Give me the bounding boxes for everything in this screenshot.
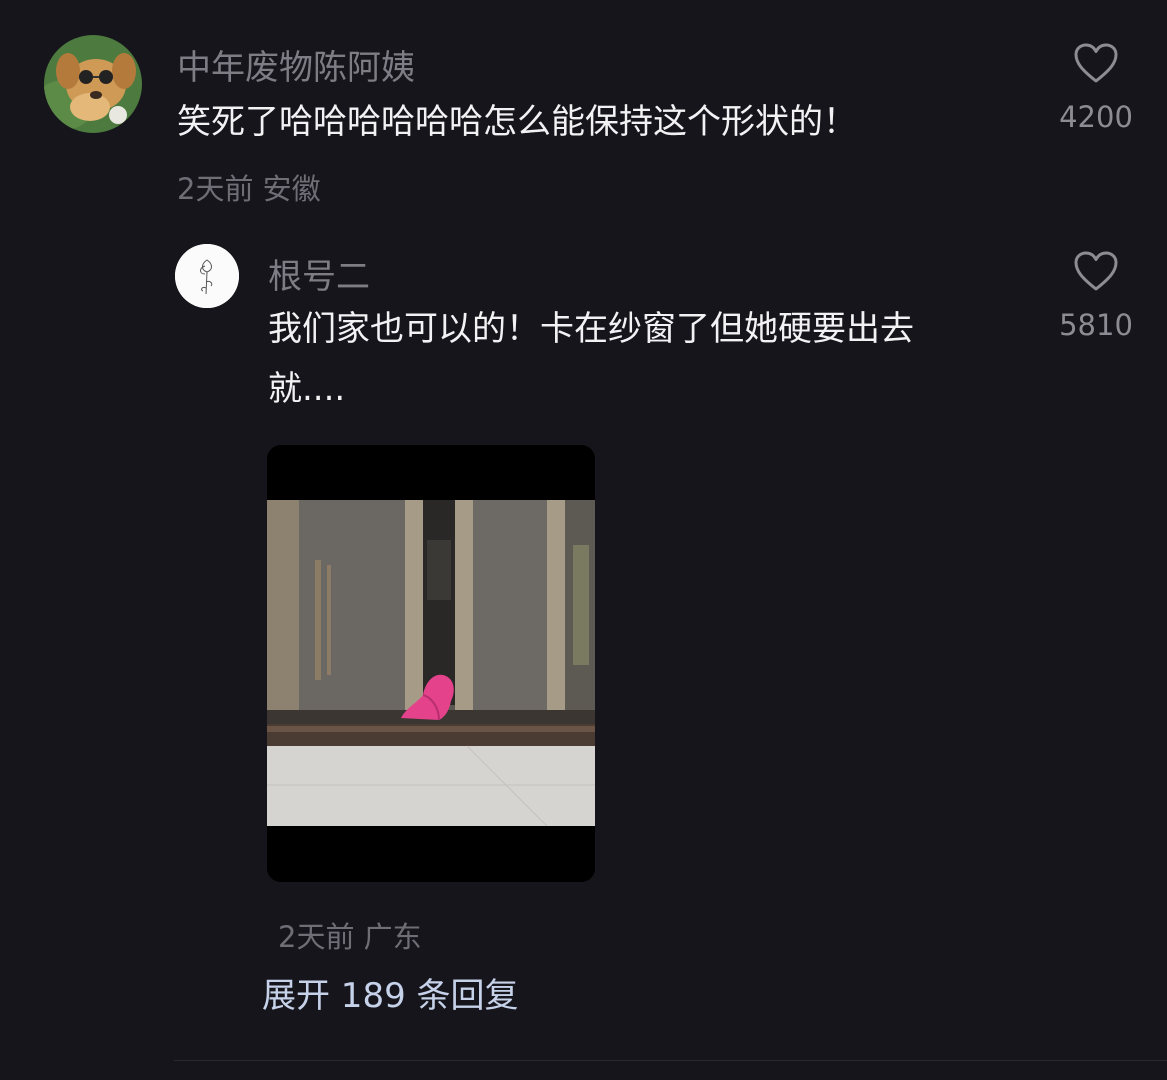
heart-icon	[1074, 251, 1118, 291]
dog-avatar-icon	[44, 35, 142, 133]
divider	[174, 1060, 1167, 1061]
comment-time: 2天前	[177, 172, 254, 206]
reply-image[interactable]	[267, 445, 595, 882]
reply-time: 2天前	[278, 920, 355, 954]
user-avatar[interactable]	[44, 35, 142, 133]
screen-door-photo-icon	[267, 445, 595, 882]
expand-replies-button[interactable]: 展开 189 条回复	[262, 968, 519, 1017]
comment-text: 笑死了哈哈哈哈哈哈怎么能保持这个形状的！	[177, 102, 857, 142]
flower-sketch-icon	[175, 244, 239, 308]
comment-username[interactable]: 中年废物陈阿姨	[177, 40, 415, 89]
heart-icon	[1074, 43, 1118, 83]
like-count: 4200	[1059, 100, 1133, 134]
reply-like-button[interactable]: 5810	[1046, 250, 1146, 342]
like-button[interactable]: 4200	[1046, 42, 1146, 134]
comment-meta: 2天前 安徽	[177, 166, 321, 208]
reply-location: 广东	[363, 920, 422, 954]
reply-username[interactable]: 根号二	[268, 249, 370, 298]
reply-text-line1: 我们家也可以的！卡在纱窗了但她硬要出去	[268, 309, 914, 349]
reply-meta: 2天前 广东	[278, 914, 422, 956]
reply-like-count: 5810	[1059, 308, 1133, 342]
reply-text-line2: 就....	[268, 369, 346, 409]
reply-avatar[interactable]	[175, 244, 239, 308]
comment-location: 安徽	[262, 172, 321, 206]
